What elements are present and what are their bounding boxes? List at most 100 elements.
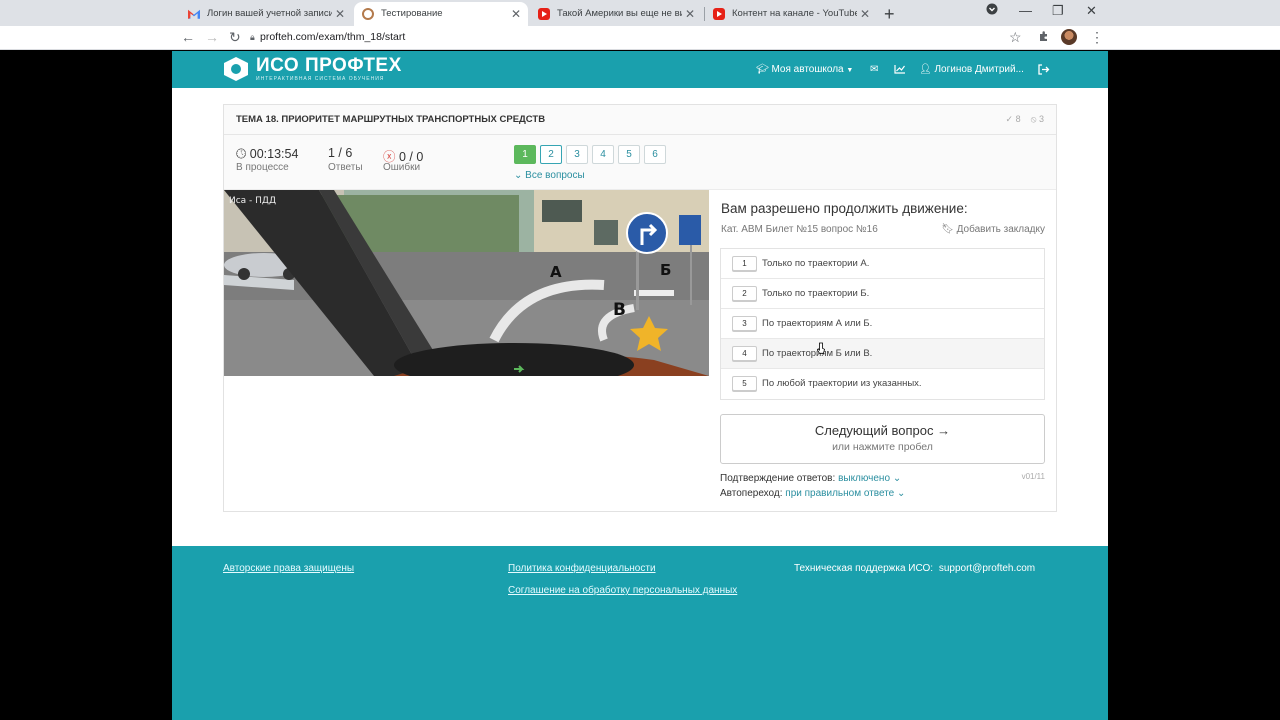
correct-count: 8 [1015,114,1021,124]
close-icon[interactable]: ✕ [682,3,698,25]
support-email[interactable]: support@profteh.com [939,563,1035,574]
answer-option[interactable]: 5 По любой траектории из указанных. [721,369,1044,399]
tab-label: Тестирование [381,8,443,19]
card-header: ТЕМА 18. ПРИОРИТЕТ МАРШРУТНЫХ ТРАНСПОРТН… [224,105,1056,135]
iso-icon [362,8,374,20]
timer-label: В процессе [236,162,289,173]
next-question-label: Следующий вопрос → [814,423,951,438]
confirm-dropdown[interactable]: выключено ⌄ [838,473,901,484]
answer-text: По любой траектории из указанных. [762,378,922,389]
bookmark-label: Добавить закладку [956,224,1045,235]
skipped-count: 3 [1038,114,1044,124]
site-header: ИСО ПРОФТЕХ ИНТЕРАКТИВНАЯ СИСТЕМА ОБУЧЕН… [172,51,1108,88]
support-label: Техническая поддержка ИСО: [794,563,934,574]
logo-title[interactable]: ИСО ПРОФТЕХ [256,55,402,77]
chevron-down-icon: ⌄ [897,488,906,499]
menu-icon[interactable]: ⋮ [1090,29,1104,46]
tab-label: Контент на канале - YouTube St [732,8,857,19]
confirm-value: выключено [838,473,891,484]
browser-tab-youtube-2[interactable]: Контент на канале - YouTube St ✕ [705,2,877,26]
auto-next-value: при правильном ответе [785,488,895,499]
copyright-link[interactable]: Авторские права защищены [223,563,354,574]
auto-next-setting: Автопереход: при правильном ответе ⌄ [720,488,905,499]
school-menu[interactable]: 🎓︎ Моя автошкола ▼ [756,64,853,75]
browser-tab-testing[interactable]: Тестирование ✕ [354,2,528,26]
user-menu[interactable]: 👤︎ Логинов Дмитрий... [919,64,1024,75]
lock-icon[interactable]: 🔒︎ [250,32,255,43]
logo-subtitle: ИНТЕРАКТИВНАЯ СИСТЕМА ОБУЧЕНИЯ [256,76,385,82]
all-questions-label: Все вопросы [525,170,585,181]
support-info: Техническая поддержка ИСО: support@proft… [794,563,1035,574]
page: ИСО ПРОФТЕХ ИНТЕРАКТИВНАЯ СИСТЕМА ОБУЧЕН… [172,51,1108,720]
answer-key: 2 [732,286,757,301]
next-question-button[interactable]: Следующий вопрос → или нажмите пробел [720,414,1045,464]
trajectory-v-label: В [613,300,626,320]
answer-option[interactable]: 2 Только по траектории Б. [721,279,1044,309]
confirm-setting: Подтверждение ответов: выключено ⌄ [720,473,901,484]
add-bookmark-link[interactable]: 🔖︎ Добавить закладку [941,224,1045,235]
star-icon[interactable]: ☆ [1009,29,1022,46]
clock-icon: 🕓︎ [236,146,247,161]
next-question-hint: или нажмите пробел [832,441,933,453]
answer-option[interactable]: 1 Только по траектории А. [721,249,1044,279]
user-name: Логинов Дмитрий... [934,64,1024,75]
question-number-button[interactable]: 4 [592,145,614,164]
question-number-button[interactable]: 3 [566,145,588,164]
new-tab-icon[interactable]: + [884,4,895,25]
minimize-icon[interactable]: — [1019,3,1032,18]
question-number-button[interactable]: 5 [618,145,640,164]
browser-tab-youtube-1[interactable]: Такой Америки вы еще не вид ✕ [530,2,702,26]
logout-icon[interactable] [1038,64,1050,78]
profile-avatar[interactable] [1061,29,1077,45]
check-icon: ✓ [1005,114,1014,124]
question-number-button[interactable]: 6 [644,145,666,164]
url-field[interactable]: profteh.com/exam/thm_18/start [260,31,405,43]
close-icon[interactable]: ✕ [857,3,873,25]
test-title: ТЕМА 18. ПРИОРИТЕТ МАРШРУТНЫХ ТРАНСПОРТН… [236,114,546,125]
status-bar: 🕓︎ 00:13:54 В процессе 1 / 6 Ответы ⓧ 0 … [224,135,1056,190]
stats-icon[interactable] [894,64,906,77]
question-number-button[interactable]: 2 [540,145,562,164]
question-meta: Кат. ABM Билет №15 вопрос №16 [721,224,878,235]
answer-option[interactable]: 4 По траекториям Б или В. [721,339,1044,369]
test-counters: ✓ 8 ⦸ 3 [1006,114,1045,125]
back-icon[interactable]: ← [181,29,195,45]
close-icon[interactable]: ✕ [332,3,348,25]
answer-list: 1 Только по траектории А. 2 Только по тр… [720,248,1045,400]
privacy-policy-link[interactable]: Политика конфиденциальности [508,563,656,574]
reload-icon[interactable]: ↻ [229,29,241,46]
tab-search-icon[interactable] [986,3,998,18]
caret-down-icon: ▼ [846,67,854,74]
browser-tab-strip: Логин вашей учетной записи 6 ✕ Тестирова… [0,0,1280,26]
gmail-icon [188,9,200,19]
graduation-cap-icon: 🎓︎ [756,64,769,75]
close-icon[interactable]: ✕ [508,3,524,25]
youtube-icon [713,8,725,20]
browser-tab-gmail[interactable]: Логин вашей учетной записи 6 ✕ [180,2,352,26]
bookmark-icon: 🔖︎ [941,224,954,235]
ban-icon: ⦸ [1030,114,1037,124]
answers-label: Ответы [328,162,363,173]
forward-icon[interactable]: → [205,29,219,45]
all-questions-link[interactable]: ⌄ Все вопросы [514,170,585,181]
confirm-label: Подтверждение ответов: [720,473,836,484]
data-agreement-link[interactable]: Соглашение на обработку персональных дан… [508,585,737,596]
answer-key: 3 [732,316,757,331]
tab-label: Такой Америки вы еще не вид [557,8,682,19]
auto-next-dropdown[interactable]: при правильном ответе ⌄ [785,488,905,499]
user-icon: 👤︎ [919,64,932,75]
answer-text: Только по траектории Б. [762,288,870,299]
question-number-button[interactable]: 1 [514,145,536,164]
question-image: А Б В Иса - ПДД [224,190,709,376]
school-menu-label: Моя автошкола [771,64,844,75]
window-close-icon[interactable]: ✕ [1086,3,1097,19]
site-footer: Авторские права защищены Политика конфид… [172,546,1108,720]
answers-value: 1 / 6 [328,146,353,160]
answer-option[interactable]: 3 По траекториям А или Б. [721,309,1044,339]
mouse-cursor [817,342,825,354]
question-text: Вам разрешено продолжить движение: [721,201,968,216]
mail-icon[interactable]: ✉ [870,64,878,75]
restore-icon[interactable]: ❐ [1052,3,1064,19]
extensions-icon[interactable] [1038,29,1050,45]
logo-icon[interactable] [224,57,248,81]
